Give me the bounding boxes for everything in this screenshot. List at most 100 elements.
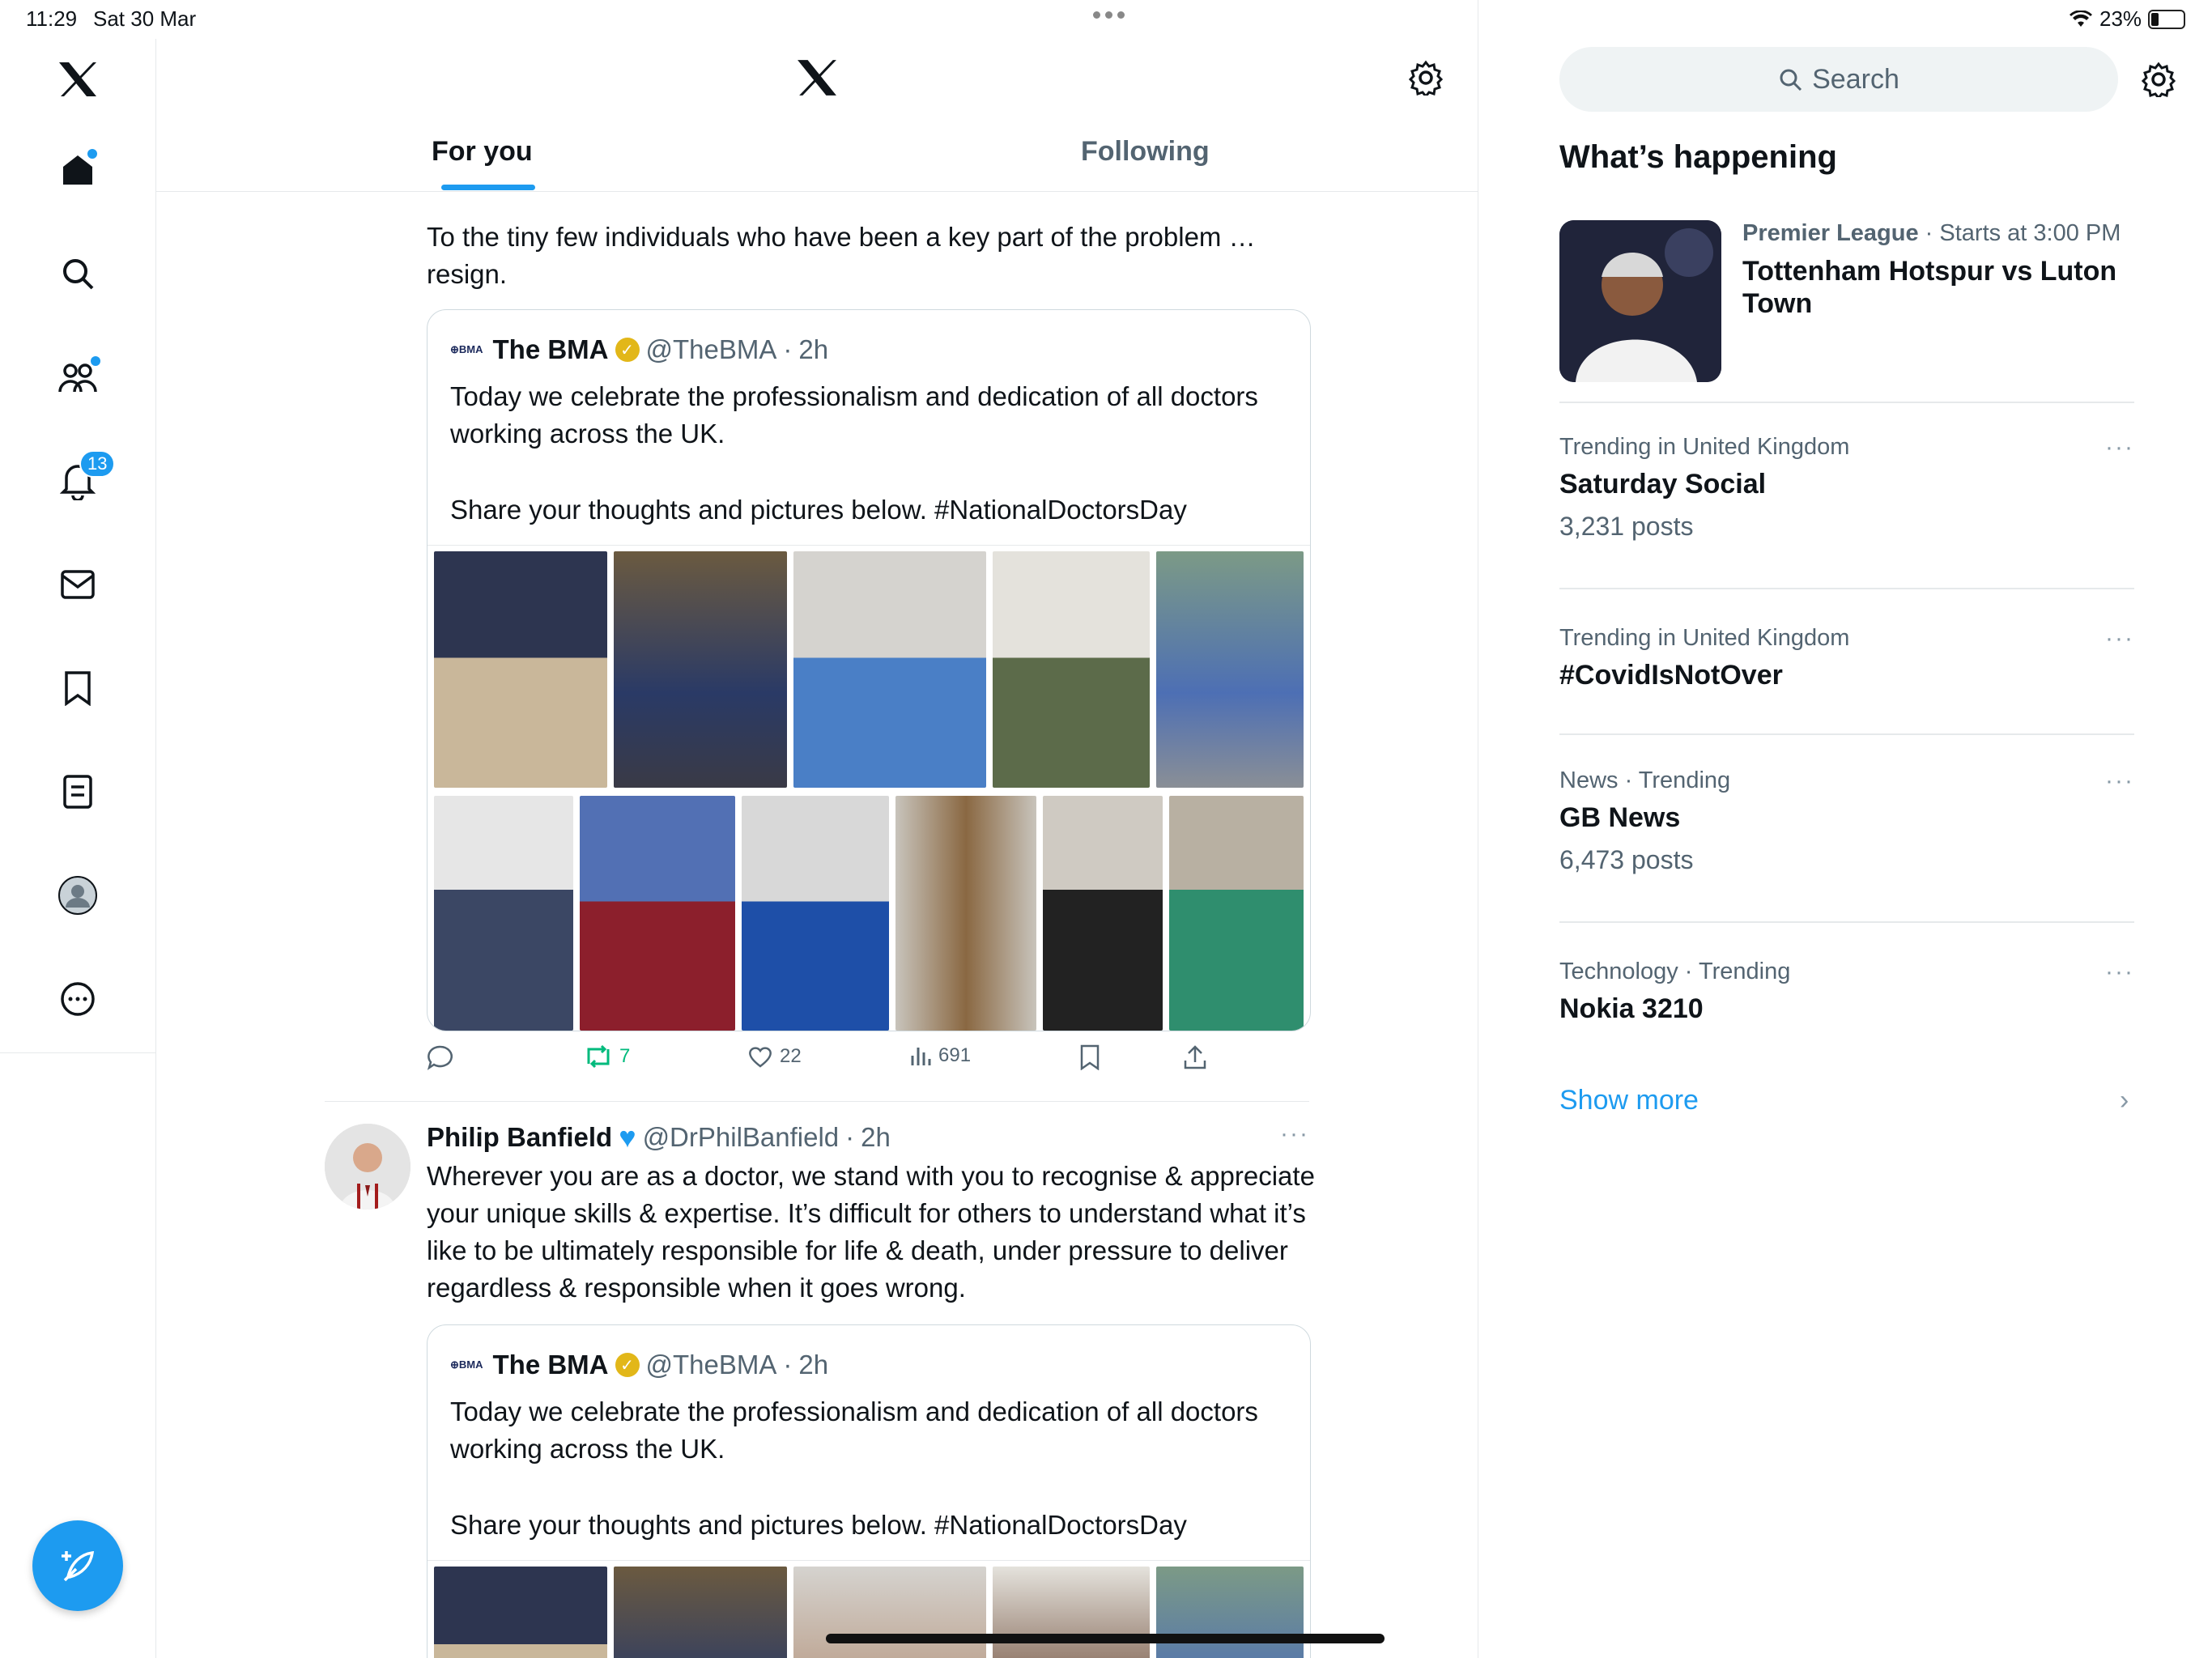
trend-item[interactable]: Technology · Trending Nokia 3210 ···	[1559, 959, 2134, 1025]
trend-title: #CovidIsNotOver	[1559, 660, 1783, 691]
featured-event[interactable]: Premier League · Starts at 3:00 PM Totte…	[1742, 220, 2163, 320]
doctor-photo[interactable]	[1156, 551, 1304, 788]
search-icon	[1780, 69, 1802, 91]
quoted-post-line2: Share your thoughts and pictures below. …	[450, 1510, 1187, 1540]
trend-title: Nokia 3210	[1559, 993, 1704, 1024]
doctor-photo[interactable]	[434, 796, 573, 1031]
doctor-photo[interactable]	[793, 551, 986, 788]
doctor-photo[interactable]	[742, 796, 889, 1031]
tab-for-you[interactable]: For you	[432, 136, 533, 168]
post-time: 2h	[861, 1122, 891, 1152]
search-icon[interactable]	[55, 251, 100, 296]
sidebar-nav: 13	[0, 39, 156, 1658]
trend-more-icon[interactable]: ···	[2105, 434, 2134, 461]
chevron-right-icon: ›	[2120, 1085, 2129, 1116]
trend-item[interactable]: Trending in United Kingdom #CovidIsNotOv…	[1559, 625, 2134, 691]
tab-following[interactable]: Following	[1081, 136, 1210, 168]
bookmark-icon[interactable]	[55, 665, 100, 711]
trend-more-icon[interactable]: ···	[2105, 767, 2134, 795]
trend-divider	[1559, 402, 2134, 403]
doctor-photo[interactable]	[434, 1567, 607, 1658]
post-more-icon[interactable]: ···	[1280, 1120, 1309, 1148]
trend-divider	[1559, 733, 2134, 735]
compose-post-button[interactable]	[32, 1520, 123, 1611]
quoted-post-time: 2h	[798, 1350, 829, 1380]
doctor-photo[interactable]	[993, 1567, 1150, 1658]
quoted-post-header: ⊕BMA The BMA ✓ @TheBMA · 2h	[450, 1350, 829, 1380]
doctor-photo[interactable]	[614, 1567, 787, 1658]
trend-item[interactable]: Trending in United Kingdom Saturday Soci…	[1559, 434, 2134, 542]
whats-happening-heading: What’s happening	[1559, 139, 1837, 175]
retweet-icon	[587, 1044, 610, 1069]
timeline-settings-gear-icon[interactable]	[1408, 60, 1444, 100]
status-time: 11:29	[26, 6, 78, 31]
verified-gold-badge-icon: ✓	[615, 338, 640, 362]
doctor-photo[interactable]	[1043, 796, 1163, 1031]
bookmark-icon	[1080, 1044, 1100, 1070]
search-placeholder: Search	[1812, 63, 1899, 95]
nav-divider	[0, 1052, 155, 1053]
quoted-author-name[interactable]: The BMA	[493, 1350, 609, 1380]
author-handle[interactable]: @DrPhilBanfield	[643, 1122, 840, 1153]
lists-icon[interactable]	[55, 769, 100, 814]
communities-icon[interactable]	[55, 355, 100, 400]
quoted-post-line1: Today we celebrate the professionalism a…	[450, 1397, 1258, 1464]
quoted-post-line2: Share your thoughts and pictures below. …	[450, 495, 1187, 525]
author-avatar[interactable]	[325, 1124, 410, 1209]
more-circle-icon[interactable]	[55, 976, 100, 1022]
compose-feather-icon	[62, 1550, 95, 1582]
trend-title: Saturday Social	[1559, 469, 1767, 500]
retweet-button[interactable]: 7	[584, 1044, 630, 1069]
trend-more-icon[interactable]: ···	[2105, 959, 2134, 986]
right-sidebar: Search What’s happening Premier League ·…	[1478, 0, 2212, 1658]
quoted-post[interactable]: ⊕BMA The BMA ✓ @TheBMA · 2h Today we cel…	[427, 309, 1311, 1031]
unread-dot	[91, 356, 100, 366]
like-button[interactable]: 22	[747, 1044, 802, 1069]
notifications-bell-icon[interactable]: 13	[55, 450, 116, 504]
x-header-logo-icon[interactable]	[796, 58, 838, 101]
views-chart-icon	[911, 1048, 931, 1065]
unread-dot	[87, 149, 97, 159]
trend-more-icon[interactable]: ···	[2105, 625, 2134, 653]
post-divider	[325, 1101, 1309, 1102]
heart-icon	[749, 1047, 772, 1068]
trend-divider	[1559, 588, 2134, 589]
doctor-photo[interactable]	[993, 551, 1150, 788]
retweet-count: 7	[619, 1045, 631, 1067]
x-logo-icon[interactable]	[55, 57, 100, 102]
search-input[interactable]: Search	[1559, 47, 2118, 112]
featured-category: Premier League	[1742, 220, 1919, 246]
trend-meta: Trending in United Kingdom	[1559, 434, 1850, 460]
bma-logo-icon: ⊕BMA	[450, 343, 483, 355]
featured-event-image[interactable]	[1559, 220, 1721, 382]
home-indicator[interactable]	[826, 1634, 1385, 1643]
quoted-author-name[interactable]: The BMA	[493, 334, 609, 365]
bma-logo-icon: ⊕BMA	[450, 1358, 483, 1371]
trend-count: 6,473 posts	[1559, 845, 1694, 874]
show-more-link[interactable]: Show more	[1559, 1085, 1699, 1116]
doctor-photo[interactable]	[793, 1567, 986, 1658]
trend-item[interactable]: News · Trending GB News 6,473 posts ···	[1559, 767, 2134, 875]
doctor-photo[interactable]	[895, 796, 1036, 1031]
views-button[interactable]: 691	[909, 1044, 971, 1067]
reply-button[interactable]	[427, 1044, 454, 1070]
doctor-photo[interactable]	[1169, 796, 1304, 1031]
messages-envelope-icon[interactable]	[55, 562, 100, 607]
quoted-post[interactable]: ⊕BMA The BMA ✓ @TheBMA · 2h Today we cel…	[427, 1324, 1311, 1658]
post-text: Wherever you are as a doctor, we stand w…	[427, 1161, 1315, 1303]
share-upload-icon	[1184, 1045, 1206, 1069]
doctor-photo[interactable]	[580, 796, 735, 1031]
profile-avatar-icon[interactable]	[55, 873, 100, 918]
quoted-author-handle[interactable]: @TheBMA	[646, 334, 777, 365]
bookmark-button[interactable]	[1079, 1044, 1100, 1070]
share-button[interactable]	[1183, 1044, 1207, 1070]
post-text: To the tiny few individuals who have bee…	[427, 222, 1256, 289]
home-icon[interactable]	[55, 147, 100, 193]
explore-settings-gear-icon[interactable]	[2141, 62, 2176, 101]
author-name[interactable]: Philip Banfield	[427, 1122, 612, 1153]
doctor-photo[interactable]	[1156, 1567, 1304, 1658]
quoted-author-handle[interactable]: @TheBMA	[646, 1350, 777, 1380]
active-tab-indicator	[441, 185, 535, 190]
doctor-photo[interactable]	[434, 551, 607, 788]
doctor-photo[interactable]	[614, 551, 787, 788]
